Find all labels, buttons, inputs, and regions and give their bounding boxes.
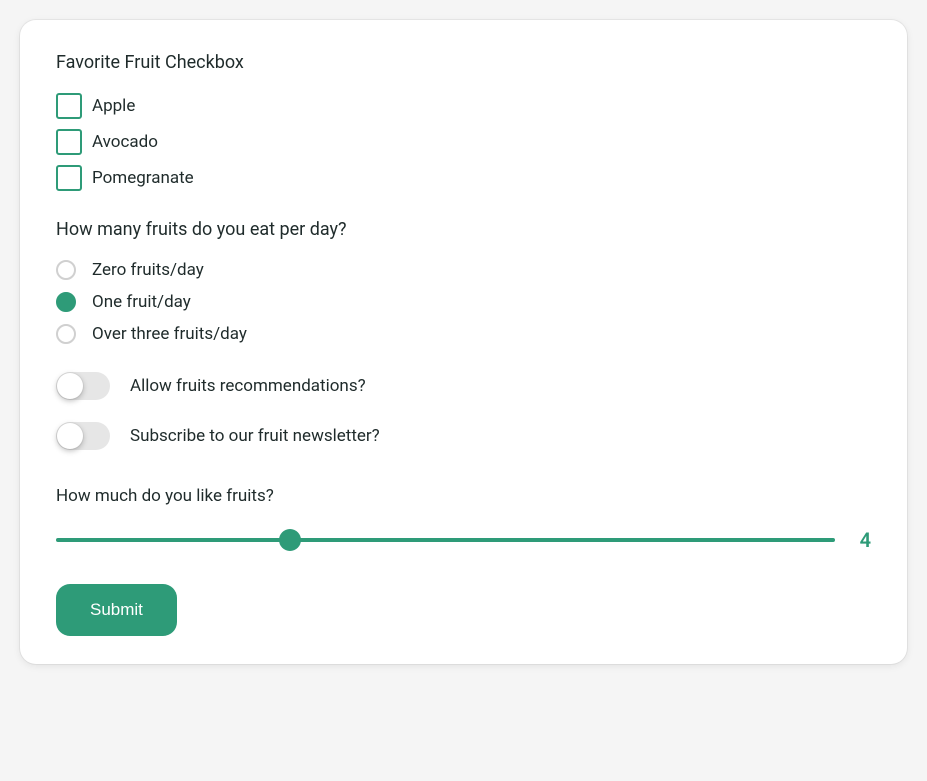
checkbox-avocado[interactable] — [56, 129, 82, 155]
radio-group: Zero fruits/day One fruit/day Over three… — [56, 260, 871, 344]
radio-row: Zero fruits/day — [56, 260, 871, 280]
toggle-label: Subscribe to our fruit newsletter? — [130, 426, 380, 446]
radio-one[interactable] — [56, 292, 76, 312]
toggle-group: Allow fruits recommendations? Subscribe … — [56, 372, 871, 450]
radio-zero[interactable] — [56, 260, 76, 280]
toggle-thumb-icon — [57, 373, 83, 399]
toggle-row: Subscribe to our fruit newsletter? — [56, 422, 871, 450]
toggle-recommendations[interactable] — [56, 372, 110, 400]
slider-thumb[interactable] — [279, 529, 301, 551]
radio-label: Over three fruits/day — [92, 324, 247, 344]
radio-label: Zero fruits/day — [92, 260, 204, 280]
checkbox-label: Apple — [92, 96, 135, 116]
radio-over-three[interactable] — [56, 324, 76, 344]
radio-row: Over three fruits/day — [56, 324, 871, 344]
slider-wrap: 4 — [56, 528, 871, 552]
checkbox-label: Pomegranate — [92, 168, 194, 188]
radio-label: One fruit/day — [92, 292, 191, 312]
checkbox-section: Favorite Fruit Checkbox Apple Avocado Po… — [56, 52, 871, 191]
slider-section: How much do you like fruits? 4 — [56, 486, 871, 552]
checkbox-pomegranate[interactable] — [56, 165, 82, 191]
toggle-label: Allow fruits recommendations? — [130, 376, 366, 396]
checkbox-row: Avocado — [56, 129, 871, 155]
checkbox-group: Apple Avocado Pomegranate — [56, 93, 871, 191]
radio-section-title: How many fruits do you eat per day? — [56, 219, 871, 240]
checkbox-label: Avocado — [92, 132, 158, 152]
radio-row: One fruit/day — [56, 292, 871, 312]
slider-track[interactable] — [56, 538, 835, 542]
checkbox-row: Pomegranate — [56, 165, 871, 191]
toggle-newsletter[interactable] — [56, 422, 110, 450]
checkbox-section-title: Favorite Fruit Checkbox — [56, 52, 871, 73]
checkbox-row: Apple — [56, 93, 871, 119]
checkbox-apple[interactable] — [56, 93, 82, 119]
submit-button[interactable]: Submit — [56, 584, 177, 636]
form-card: Favorite Fruit Checkbox Apple Avocado Po… — [20, 20, 907, 664]
slider-title: How much do you like fruits? — [56, 486, 871, 506]
radio-section: How many fruits do you eat per day? Zero… — [56, 219, 871, 344]
slider-value: 4 — [855, 528, 871, 552]
toggle-row: Allow fruits recommendations? — [56, 372, 871, 400]
toggle-thumb-icon — [57, 423, 83, 449]
